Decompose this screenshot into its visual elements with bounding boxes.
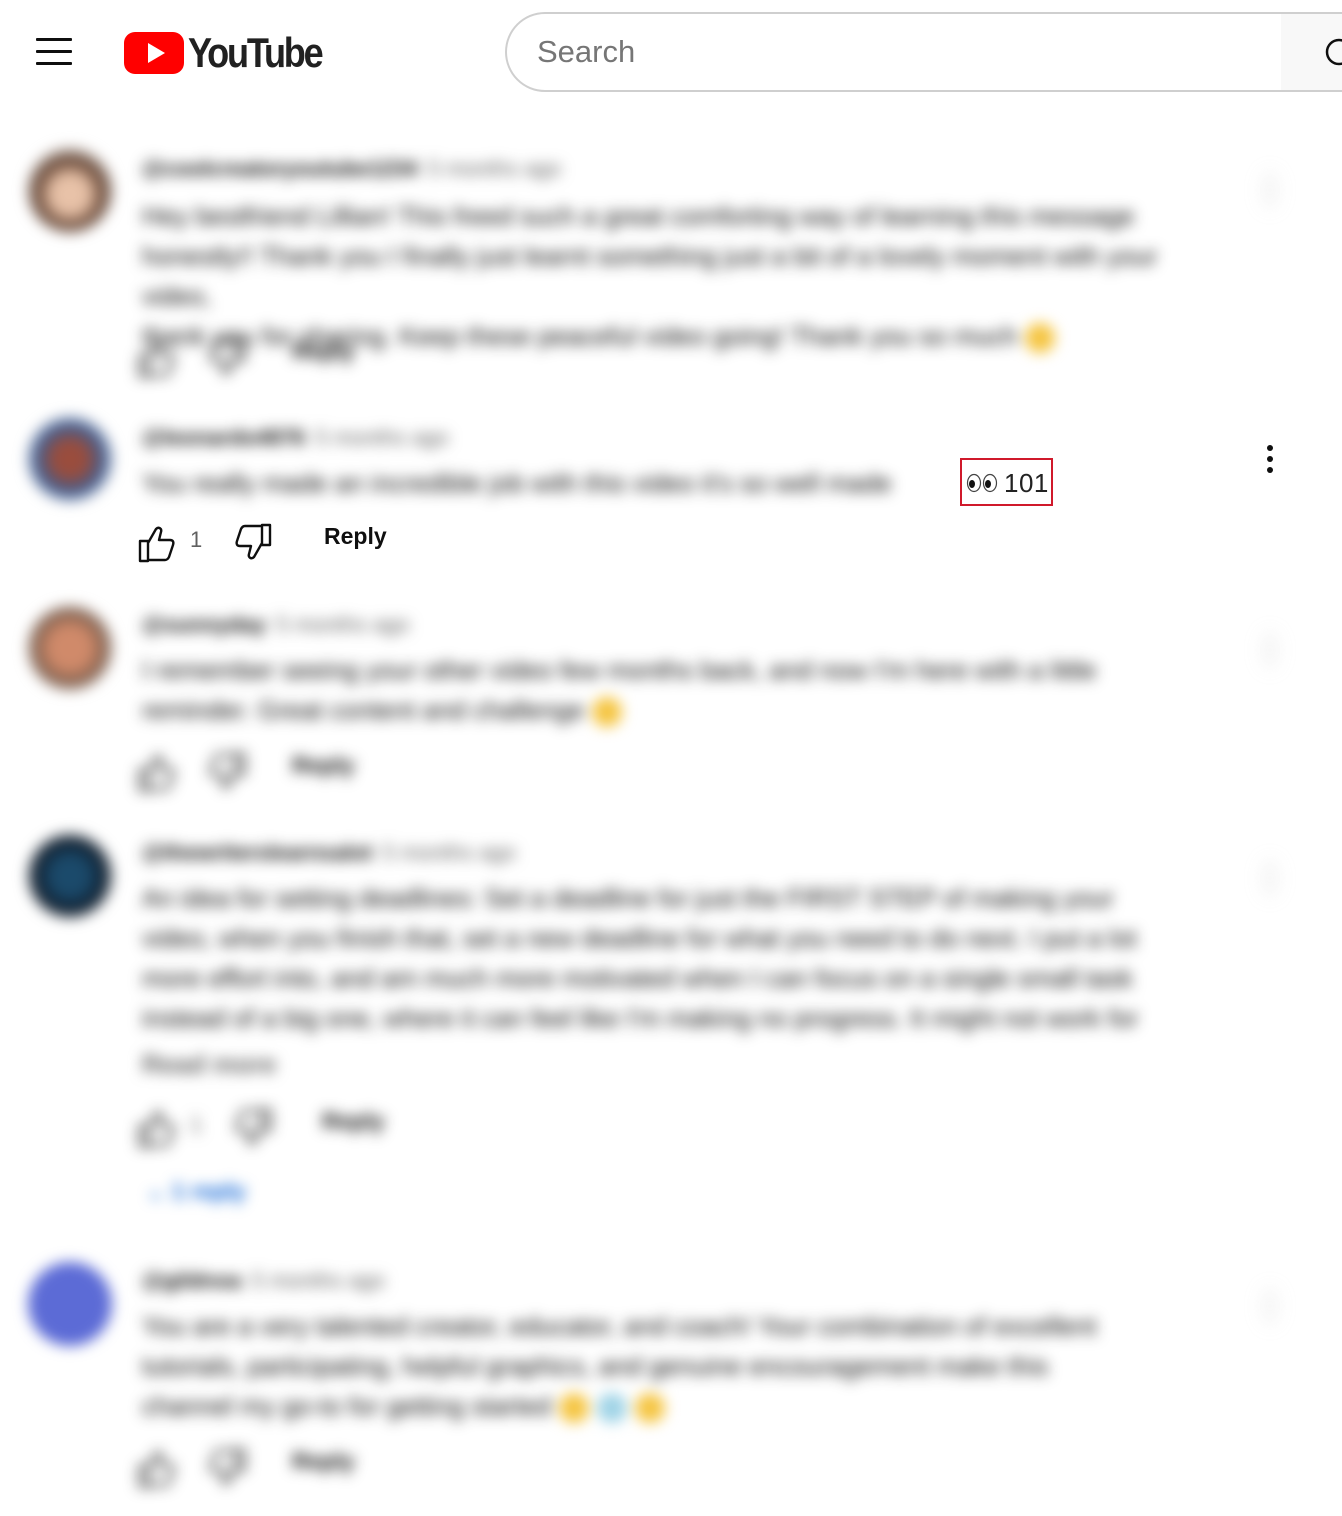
comment-text: You really made an incredible job with t… xyxy=(142,468,892,498)
comment-text: I remember seeing your other video few m… xyxy=(142,650,1232,730)
highlighted-number: 101 xyxy=(1004,468,1049,498)
eyes-emoji-icon xyxy=(966,473,998,493)
like-count: 1 xyxy=(190,527,203,552)
like-icon[interactable] xyxy=(132,336,182,380)
search-input[interactable] xyxy=(537,14,1257,90)
more-options-icon[interactable] xyxy=(1252,628,1288,672)
comment-author[interactable]: @coolcreatoryoutube1234 5 months ago xyxy=(142,156,561,182)
more-options-icon[interactable] xyxy=(1252,856,1288,900)
read-more-link[interactable]: Read more xyxy=(142,1044,1232,1084)
like-icon[interactable] xyxy=(132,750,182,794)
like-icon[interactable] xyxy=(132,521,182,565)
highlighted-comment-fragment: 101 xyxy=(960,458,1053,506)
avatar[interactable] xyxy=(28,606,112,690)
comment-actions: Reply xyxy=(132,1442,532,1492)
logo-text: YouTube xyxy=(188,29,324,76)
comment-actions: 1 Reply xyxy=(132,1102,532,1152)
like-count: 1 xyxy=(190,1112,203,1137)
avatar[interactable] xyxy=(28,834,112,918)
comment-author[interactable]: @leonardo4876 5 months ago xyxy=(142,425,449,451)
comment-time: 5 months ago xyxy=(251,1268,385,1293)
reply-button[interactable]: Reply xyxy=(292,338,355,365)
top-bar: YouTube xyxy=(0,0,1342,110)
dislike-icon[interactable] xyxy=(202,750,252,794)
comment-time: 5 months ago xyxy=(276,612,410,637)
emoji-icon xyxy=(592,697,623,728)
search-button[interactable] xyxy=(1281,12,1342,92)
comment-author[interactable]: @gildnoa 5 months ago xyxy=(142,1268,385,1294)
comment-time: 5 months ago xyxy=(427,156,562,181)
more-options-icon[interactable] xyxy=(1252,1284,1288,1328)
emoji-icon xyxy=(559,1393,590,1424)
like-icon[interactable] xyxy=(132,1106,182,1150)
replies-toggle[interactable]: ⌄ 1 reply xyxy=(146,1178,246,1205)
comment-time: 5 months ago xyxy=(315,425,449,450)
comment-author[interactable]: @thewriterslearnsalot 5 months ago xyxy=(142,840,516,866)
comment-text: An idea for setting deadlines: Set a dea… xyxy=(142,878,1232,1084)
comment-actions: 1 Reply xyxy=(132,517,532,567)
comment-actions: Reply xyxy=(132,332,532,382)
comment-text: You are a very talented creator, educato… xyxy=(142,1306,1232,1426)
more-options-icon[interactable] xyxy=(1252,168,1288,212)
reply-button[interactable]: Reply xyxy=(292,752,355,779)
reply-button[interactable]: Reply xyxy=(322,1108,385,1135)
comment-time: 5 months ago xyxy=(382,840,516,865)
dislike-icon[interactable] xyxy=(202,336,252,380)
dislike-icon[interactable] xyxy=(228,521,278,565)
dislike-icon[interactable] xyxy=(228,1106,278,1150)
youtube-play-icon xyxy=(124,32,184,74)
menu-icon[interactable] xyxy=(24,30,84,74)
like-icon[interactable] xyxy=(132,1446,182,1490)
more-options-icon[interactable] xyxy=(1252,437,1288,481)
search-box xyxy=(505,12,1282,92)
youtube-logo[interactable]: YouTube xyxy=(124,30,343,76)
avatar[interactable] xyxy=(28,1262,112,1346)
emoji-icon xyxy=(597,1393,628,1424)
avatar[interactable] xyxy=(28,148,112,232)
comment-actions: Reply xyxy=(132,746,532,796)
search-icon xyxy=(1325,38,1342,66)
emoji-icon xyxy=(635,1393,666,1424)
comment-author[interactable]: @sunnyday 5 months ago xyxy=(142,612,409,638)
dislike-icon[interactable] xyxy=(202,1446,252,1490)
avatar[interactable] xyxy=(28,417,112,501)
emoji-icon xyxy=(1025,323,1056,354)
reply-button[interactable]: Reply xyxy=(292,1448,355,1475)
reply-button[interactable]: Reply xyxy=(324,523,387,550)
